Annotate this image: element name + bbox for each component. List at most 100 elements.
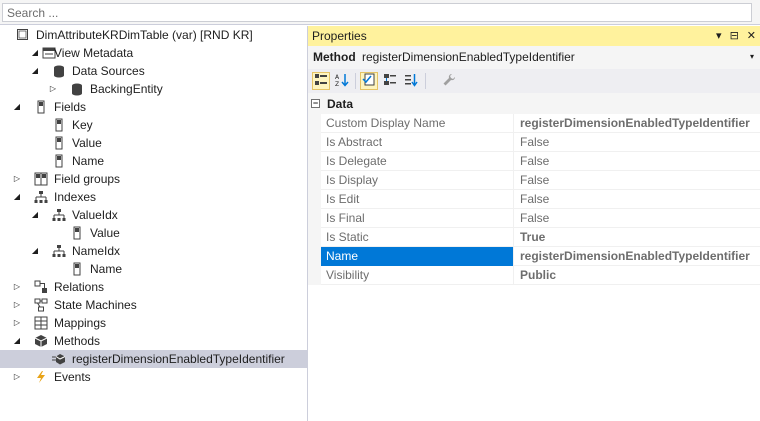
close-icon[interactable]: ✕	[747, 26, 756, 46]
expanded-chevron-icon[interactable]: ◢	[30, 44, 40, 62]
expanded-chevron-icon[interactable]: ◢	[12, 332, 22, 350]
sort-button[interactable]	[402, 72, 420, 90]
tree-item-backing-entity[interactable]: ▷ BackingEntity	[0, 80, 307, 98]
property-value[interactable]: False	[515, 133, 760, 152]
row-gutter	[308, 133, 321, 152]
tree-item-field-value[interactable]: Value	[0, 134, 307, 152]
index-icon	[52, 244, 66, 258]
property-row[interactable]: Custom Display Name registerDimensionEna…	[308, 114, 760, 133]
row-gutter	[308, 209, 321, 228]
field-icon	[34, 100, 48, 114]
property-row[interactable]: Is Display False	[308, 171, 760, 190]
property-name: Is Abstract	[321, 133, 514, 152]
tree-item-label: Field groups	[54, 172, 121, 186]
property-row[interactable]: Is Edit False	[308, 190, 760, 209]
tree-item-label: registerDimensionEnabledTypeIdentifier	[72, 352, 285, 366]
property-name: Is Display	[321, 171, 514, 190]
tree-item-label: Key	[72, 118, 93, 132]
tree-item-nameidx-name[interactable]: Name	[0, 260, 307, 278]
row-gutter	[308, 114, 321, 133]
collapsed-chevron-icon[interactable]: ▷	[12, 278, 22, 296]
tree-item-mappings[interactable]: ▷ Mappings	[0, 314, 307, 332]
title-buttons: ▾ ⊟ ✕	[716, 26, 756, 46]
expanded-chevron-icon[interactable]: ◢	[30, 242, 40, 260]
tree-item-events[interactable]: ▷ Events	[0, 368, 307, 386]
property-value[interactable]: False	[515, 152, 760, 171]
expanded-chevron-icon[interactable]: ◢	[30, 62, 40, 80]
alphabetical-button[interactable]: AZ	[333, 72, 351, 90]
property-value[interactable]: False	[515, 190, 760, 209]
tree-item-relations[interactable]: ▷ Relations	[0, 278, 307, 296]
tree-item-root[interactable]: DimAttributeKRDimTable (var) [RND KR]	[0, 26, 307, 44]
tree-item-nameidx[interactable]: ◢ NameIdx	[0, 242, 307, 260]
property-row[interactable]: Is Abstract False	[308, 133, 760, 152]
tree-item-label: Events	[54, 370, 91, 384]
index-icon	[34, 190, 48, 204]
property-value[interactable]: Public	[515, 266, 760, 285]
tree-item-valueidx-value[interactable]: Value	[0, 224, 307, 242]
tree-item-field-key[interactable]: Key	[0, 116, 307, 134]
tree-item-label: DimAttributeKRDimTable (var) [RND KR]	[36, 28, 253, 42]
wrench-icon	[442, 73, 456, 90]
property-value[interactable]: True	[515, 228, 760, 247]
property-pages-button[interactable]	[440, 72, 458, 90]
field-icon	[70, 262, 84, 276]
tree-item-state-machines[interactable]: ▷ State Machines	[0, 296, 307, 314]
chevron-down-icon[interactable]: ▾	[750, 46, 754, 68]
tree-item-label: ValueIdx	[72, 208, 118, 222]
collapsed-chevron-icon[interactable]: ▷	[12, 368, 22, 386]
property-row[interactable]: Visibility Public	[308, 266, 760, 285]
tree-item-label: Value	[72, 136, 102, 150]
category-label: Data	[327, 97, 354, 111]
row-gutter	[308, 171, 321, 190]
properties-view-button[interactable]	[360, 72, 378, 90]
tree-item-view-metadata[interactable]: ◢ View Metadata	[0, 44, 307, 62]
property-value[interactable]: registerDimensionEnabledTypeIdentifier	[515, 247, 760, 266]
expanded-chevron-icon[interactable]: ◢	[12, 188, 22, 206]
tree-item-label: Name	[90, 262, 123, 276]
property-row-selected[interactable]: Name registerDimensionEnabledTypeIdentif…	[308, 247, 760, 266]
property-row[interactable]: Is Final False	[308, 209, 760, 228]
element-tree: DimAttributeKRDimTable (var) [RND KR] ◢ …	[0, 26, 307, 421]
tree-item-valueidx[interactable]: ◢ ValueIdx	[0, 206, 307, 224]
tree-item-methods[interactable]: ◢ Methods	[0, 332, 307, 350]
svg-text:A: A	[335, 74, 340, 81]
table-icon	[16, 28, 30, 42]
collapsed-chevron-icon[interactable]: ▷	[48, 80, 58, 98]
search-input[interactable]	[2, 3, 752, 22]
property-name: Is Delegate	[321, 152, 514, 171]
property-value[interactable]: False	[515, 171, 760, 190]
tree-item-indexes[interactable]: ◢ Indexes	[0, 188, 307, 206]
category-data[interactable]: − Data	[308, 95, 760, 114]
categorized-button[interactable]	[312, 72, 330, 90]
collapse-expand-icon	[383, 73, 397, 90]
property-row[interactable]: Is Delegate False	[308, 152, 760, 171]
expand-all-button[interactable]	[381, 72, 399, 90]
svg-text:Z: Z	[335, 81, 339, 87]
property-value[interactable]: False	[515, 209, 760, 228]
event-icon	[34, 370, 48, 384]
tree-item-field-name[interactable]: Name	[0, 152, 307, 170]
tree-item-data-sources[interactable]: ◢ Data Sources	[0, 62, 307, 80]
property-row[interactable]: Is Static True	[308, 228, 760, 247]
tree-item-label: Fields	[54, 100, 87, 114]
collapsed-chevron-icon[interactable]: ▷	[12, 314, 22, 332]
property-grid: − Data Custom Display Name registerDimen…	[308, 95, 760, 421]
collapse-category-icon[interactable]: −	[311, 99, 320, 108]
tree-item-fields[interactable]: ◢ Fields	[0, 98, 307, 116]
collapsed-chevron-icon[interactable]: ▷	[12, 170, 22, 188]
relation-icon	[34, 280, 48, 294]
expanded-chevron-icon[interactable]: ◢	[30, 206, 40, 224]
tree-item-field-groups[interactable]: ▷ Field groups	[0, 170, 307, 188]
pin-icon[interactable]: ⊟	[730, 26, 739, 46]
data-source-icon	[52, 64, 66, 78]
expanded-chevron-icon[interactable]: ◢	[12, 98, 22, 116]
window-dropdown-icon[interactable]: ▾	[716, 26, 722, 46]
tree-item-method-register[interactable]: registerDimensionEnabledTypeIdentifier	[0, 350, 307, 368]
data-source-icon	[70, 82, 84, 96]
object-selector[interactable]: Method registerDimensionEnabledTypeIdent…	[308, 46, 760, 68]
property-value[interactable]: registerDimensionEnabledTypeIdentifier	[515, 114, 760, 133]
collapsed-chevron-icon[interactable]: ▷	[12, 296, 22, 314]
object-kind: Method	[313, 50, 356, 64]
tree-item-label: Mappings	[54, 316, 107, 330]
